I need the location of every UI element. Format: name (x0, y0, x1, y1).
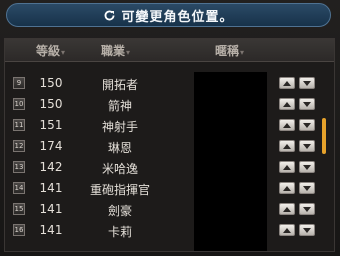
arrow-up-icon (283, 122, 291, 128)
table-row[interactable]: 13 142 米哈逸 (5, 157, 325, 178)
row-level: 141 (39, 223, 63, 237)
header-nickname[interactable]: 暱稱▾ (215, 42, 244, 59)
arrow-up-icon (283, 101, 291, 107)
row-index-badge: 14 (13, 182, 25, 194)
arrow-down-icon (303, 122, 311, 128)
move-up-button[interactable] (279, 77, 295, 89)
move-down-button[interactable] (299, 119, 315, 131)
arrow-up-icon (283, 185, 291, 191)
row-level: 151 (39, 118, 63, 132)
row-job: 箭神 (107, 99, 132, 113)
arrow-up-icon (283, 227, 291, 233)
row-job: 神射手 (101, 120, 138, 134)
arrow-down-icon (303, 164, 311, 170)
table-row[interactable]: 15 141 劍豪 (5, 199, 325, 220)
header-level-label: 等級 (36, 44, 61, 58)
table-row[interactable]: 12 174 琳恩 (5, 136, 325, 157)
table-header: 等級▾ 職業▾ 暱稱▾ (5, 39, 334, 62)
move-down-button[interactable] (299, 203, 315, 215)
arrow-down-icon (303, 206, 311, 212)
move-up-button[interactable] (279, 182, 295, 194)
arrow-down-icon (303, 143, 311, 149)
move-down-button[interactable] (299, 98, 315, 110)
table-row[interactable]: 16 141 卡莉 (5, 220, 325, 241)
table-row[interactable]: 14 141 重砲指揮官 (5, 178, 325, 199)
row-index-badge: 16 (13, 224, 25, 236)
table-row[interactable]: 10 150 箭神 (5, 94, 325, 115)
header-job-label: 職業 (101, 44, 126, 58)
refresh-icon (105, 10, 115, 20)
row-index-badge: 13 (13, 161, 25, 173)
row-job: 開拓者 (101, 78, 138, 92)
header-level[interactable]: 等級▾ (36, 42, 65, 59)
move-up-button[interactable] (279, 224, 295, 236)
row-level: 150 (39, 76, 63, 90)
move-up-button[interactable] (279, 161, 295, 173)
row-index-badge: 11 (13, 119, 25, 131)
arrow-up-icon (283, 143, 291, 149)
move-down-button[interactable] (299, 161, 315, 173)
sort-icon: ▾ (126, 48, 131, 57)
row-index-badge: 15 (13, 203, 25, 215)
move-up-button[interactable] (279, 140, 295, 152)
arrow-up-icon (283, 80, 291, 86)
arrow-down-icon (303, 227, 311, 233)
header-job[interactable]: 職業▾ (101, 42, 130, 59)
row-job: 琳恩 (107, 141, 132, 155)
scrollbar-thumb[interactable] (322, 118, 326, 154)
row-level: 150 (39, 97, 63, 111)
row-level: 142 (39, 160, 63, 174)
arrow-down-icon (303, 80, 311, 86)
move-down-button[interactable] (299, 77, 315, 89)
row-job: 米哈逸 (101, 162, 138, 176)
arrow-down-icon (303, 185, 311, 191)
notice-text: 可變更角色位置。 (121, 9, 234, 25)
row-level: 141 (39, 202, 63, 216)
sort-icon: ▾ (240, 48, 245, 57)
arrow-down-icon (303, 101, 311, 107)
character-table: 等級▾ 職業▾ 暱稱▾ 9 150 開拓者 10 150 箭神 11 151 神射手 12 174 琳… (4, 38, 335, 252)
arrow-up-icon (283, 164, 291, 170)
move-down-button[interactable] (299, 182, 315, 194)
arrow-up-icon (283, 206, 291, 212)
table-row[interactable]: 9 150 開拓者 (5, 73, 325, 94)
row-job: 劍豪 (107, 204, 132, 218)
row-index-badge: 9 (13, 77, 25, 89)
sort-icon: ▾ (61, 48, 66, 57)
row-index-badge: 12 (13, 140, 25, 152)
move-down-button[interactable] (299, 140, 315, 152)
move-down-button[interactable] (299, 224, 315, 236)
row-level: 141 (39, 181, 63, 195)
row-level: 174 (39, 139, 63, 153)
header-nickname-label: 暱稱 (215, 44, 240, 58)
notice-banner: 可變更角色位置。 (6, 3, 331, 27)
character-order-panel: 可變更角色位置。 等級▾ 職業▾ 暱稱▾ 9 150 開拓者 10 150 箭神 11 151… (0, 0, 340, 256)
row-job: 卡莉 (107, 225, 132, 239)
move-up-button[interactable] (279, 98, 295, 110)
move-up-button[interactable] (279, 203, 295, 215)
move-up-button[interactable] (279, 119, 295, 131)
row-job: 重砲指揮官 (89, 183, 150, 197)
table-row[interactable]: 11 151 神射手 (5, 115, 325, 136)
row-index-badge: 10 (13, 98, 25, 110)
